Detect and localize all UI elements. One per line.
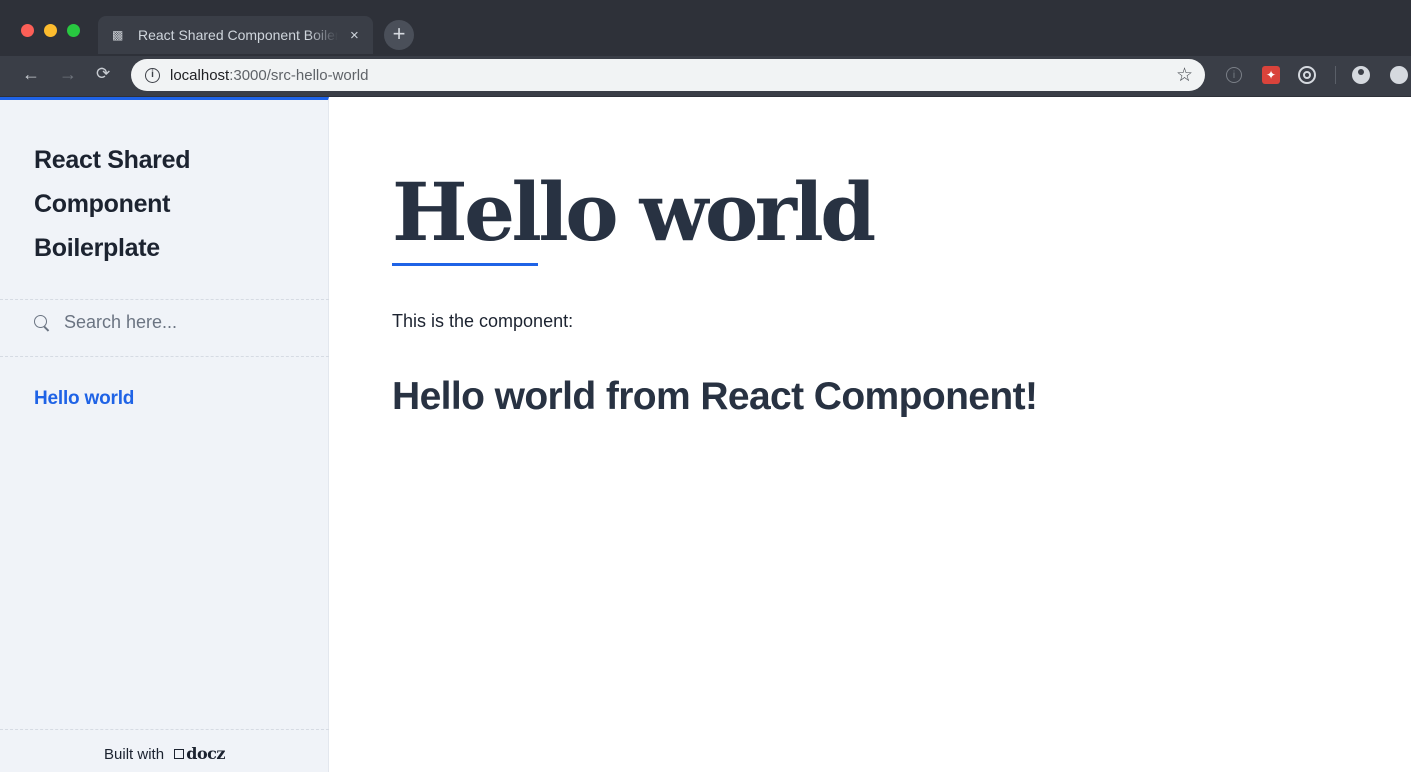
address-bar[interactable]: i localhost:3000/src-hello-world ☆ — [131, 59, 1205, 91]
site-title[interactable]: React Shared Component Boilerplate — [34, 138, 254, 270]
update-icon[interactable] — [1390, 66, 1408, 84]
extension-target-icon[interactable] — [1298, 66, 1316, 84]
divider — [0, 356, 329, 357]
divider — [0, 729, 329, 730]
title-underline — [392, 263, 538, 266]
back-arrow-icon[interactable]: ← — [22, 64, 40, 85]
sidebar-item-hello-world[interactable]: Hello world — [34, 388, 134, 410]
close-window-button[interactable] — [21, 24, 34, 37]
docz-wordmark: docz — [186, 744, 225, 763]
browser-tab[interactable]: ▩ React Shared Component Boilerplate × — [98, 16, 373, 54]
docz-logo-icon — [174, 749, 185, 759]
component-output-heading: Hello world from React Component! — [392, 375, 1038, 418]
maximize-window-button[interactable] — [67, 24, 80, 37]
search-input[interactable] — [64, 312, 304, 333]
forward-arrow-icon[interactable]: → — [59, 64, 77, 85]
tab-close-icon[interactable]: × — [350, 27, 359, 44]
footer-text: Built with — [104, 746, 165, 763]
reload-icon[interactable]: ⟳ — [96, 64, 110, 84]
page-title: Hello world — [392, 165, 876, 259]
tab-favicon-icon: ▩ — [112, 28, 124, 42]
docz-logo[interactable]: docz — [174, 744, 225, 763]
tab-title: React Shared Component Boilerplate — [138, 27, 338, 43]
browser-toolbar: ← → ⟳ i localhost:3000/src-hello-world ☆… — [0, 56, 1411, 96]
sidebar: React Shared Component Boilerplate Hello… — [0, 97, 329, 772]
account-icon[interactable] — [1352, 66, 1370, 84]
sidebar-footer: Built with docz — [0, 744, 329, 763]
browser-chrome: ▩ React Shared Component Boilerplate × +… — [0, 0, 1411, 97]
star-icon[interactable]: ☆ — [1176, 64, 1193, 87]
url-path: :3000/src-hello-world — [229, 66, 369, 84]
search-box[interactable] — [34, 312, 304, 333]
search-icon — [34, 314, 50, 331]
extension-icon[interactable]: ✦ — [1262, 66, 1280, 84]
new-tab-button[interactable]: + — [384, 20, 414, 50]
divider — [0, 299, 329, 300]
page: React Shared Component Boilerplate Hello… — [0, 97, 1411, 772]
url-host: localhost — [170, 66, 230, 84]
info-icon[interactable]: i — [145, 67, 160, 83]
intro-paragraph: This is the component: — [392, 311, 574, 331]
extension-info-icon[interactable]: i — [1226, 67, 1242, 83]
minimize-window-button[interactable] — [44, 24, 57, 37]
toolbar-divider — [1335, 66, 1336, 84]
